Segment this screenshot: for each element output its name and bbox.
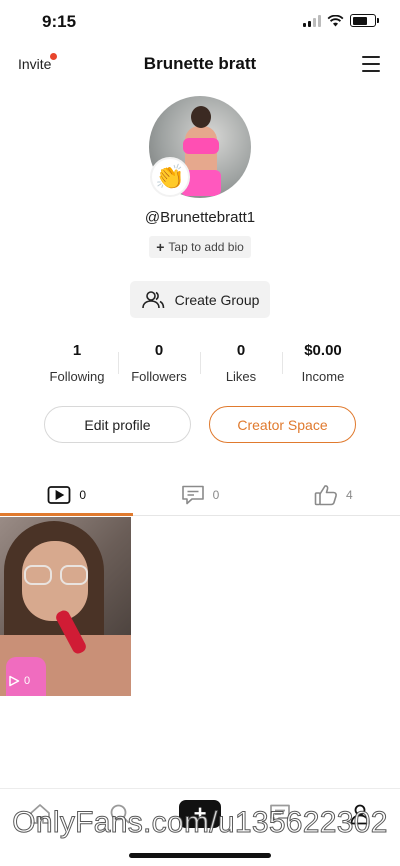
stat-value: 0 [154, 342, 164, 359]
wifi-icon [327, 14, 344, 26]
signal-icon [303, 14, 321, 27]
thumbs-up-icon [314, 484, 337, 505]
add-bio-label: Tap to add bio [168, 240, 244, 254]
create-group-button[interactable]: Create Group [130, 281, 270, 318]
tab-count: 0 [79, 487, 86, 502]
video-icon [47, 485, 71, 504]
nav-messages[interactable] [256, 794, 304, 834]
clapping-hands-badge-icon: 👏 [150, 157, 190, 197]
status-icons [303, 14, 379, 27]
add-icon: + [179, 799, 221, 828]
home-icon [30, 803, 50, 824]
profile-header: Invite Brunette bratt [0, 48, 400, 82]
stat-likes[interactable]: 0 Likes [200, 342, 282, 386]
profile-icon [350, 804, 370, 824]
status-time: 9:15 [42, 12, 77, 31]
tab-count: 0 [212, 487, 220, 502]
creator-space-button[interactable]: Creator Space [209, 406, 356, 443]
edit-profile-button[interactable]: Edit profile [44, 406, 191, 443]
content-tabs: 0 0 4 [0, 474, 400, 516]
video-play-count: 0 [8, 675, 30, 687]
nav-home[interactable] [16, 794, 64, 834]
nav-search[interactable] [96, 794, 144, 834]
create-group-label: Create Group [174, 291, 260, 308]
home-indicator [129, 853, 271, 858]
stat-followers[interactable]: 0 Followers [118, 342, 200, 386]
nav-profile[interactable] [336, 794, 384, 834]
hamburger-menu-icon[interactable] [362, 56, 380, 72]
play-count-value: 0 [24, 675, 31, 687]
group-icon [141, 290, 164, 308]
battery-icon [350, 14, 379, 27]
tab-videos[interactable]: 0 [0, 474, 134, 516]
bottom-navigation: + [0, 788, 400, 838]
nav-add[interactable]: + [176, 794, 224, 834]
stat-following[interactable]: 1 Following [36, 342, 118, 386]
tab-likes[interactable]: 4 [267, 474, 400, 515]
page-title: Brunette bratt [143, 54, 257, 73]
username-handle: @Brunettebratt1 [144, 209, 256, 226]
profile-stats: 1 Following 0 Followers 0 Likes $0.00 In… [36, 342, 364, 386]
stat-value: 1 [72, 342, 82, 359]
tab-comments[interactable]: 0 [133, 474, 266, 515]
add-bio-button[interactable]: + Tap to add bio [149, 236, 251, 258]
video-thumbnail[interactable]: 0 [0, 517, 131, 696]
stat-income[interactable]: $0.00 Income [282, 342, 364, 386]
tab-count: 4 [345, 487, 353, 502]
stat-value: $0.00 [304, 342, 342, 359]
stat-label: Likes [225, 369, 257, 384]
status-bar: 9:15 [0, 0, 400, 44]
comment-icon [181, 485, 204, 504]
search-icon [110, 804, 130, 824]
stat-label: Following [49, 369, 105, 384]
stat-label: Income [301, 369, 345, 384]
play-icon [9, 675, 20, 687]
stat-value: 0 [236, 342, 246, 359]
plus-icon: + [156, 239, 165, 255]
messages-icon [270, 804, 290, 823]
stat-label: Followers [131, 369, 187, 384]
